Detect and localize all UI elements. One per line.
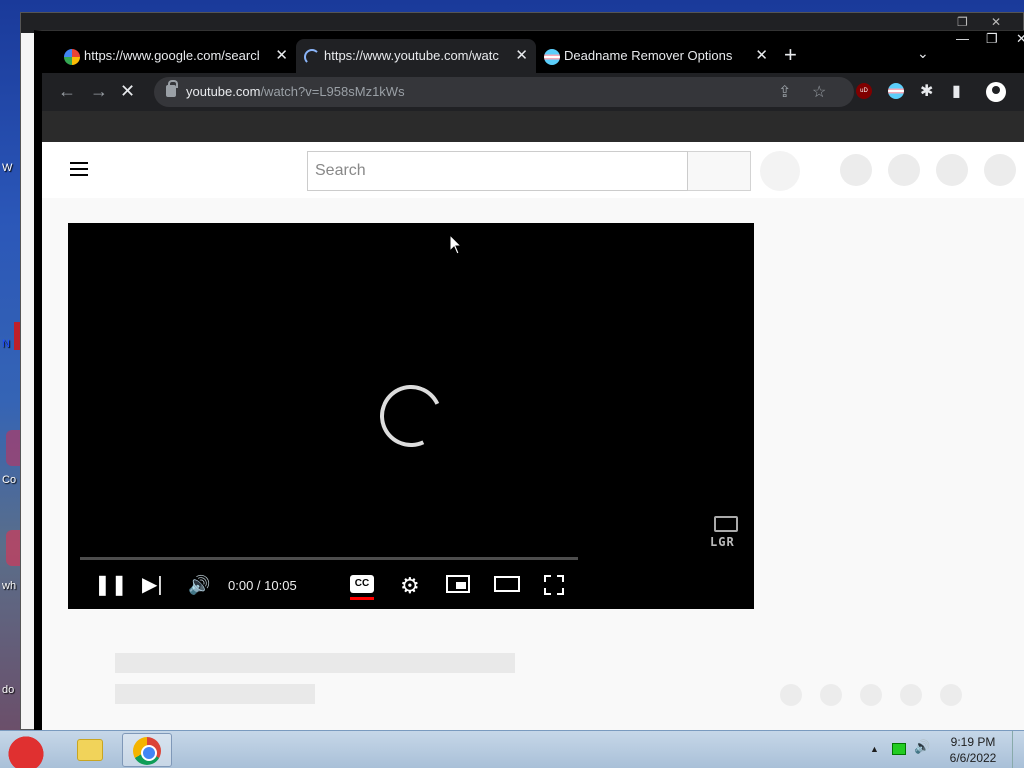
background-maximize-icon[interactable]: ❐ — [957, 15, 968, 29]
header-icon-placeholder[interactable] — [840, 154, 872, 186]
pause-icon[interactable]: ❚❚ — [94, 573, 128, 597]
close-window-icon[interactable]: ✕ — [1016, 31, 1024, 47]
youtube-page: Search LGR ❚❚ ▶| 🔊 0:00 / 10:05 CC ⚙ — [42, 142, 1024, 730]
desktop-label-fragment: Co — [2, 474, 17, 486]
show-desktop-button[interactable] — [1012, 731, 1024, 768]
new-tab-button[interactable]: + — [784, 43, 797, 67]
time-display: 0:00 / 10:05 — [228, 578, 297, 593]
search-input[interactable]: Search — [307, 151, 688, 191]
header-icon-placeholder[interactable] — [888, 154, 920, 186]
tab-search-chevron-icon[interactable]: ⌄ — [917, 45, 929, 62]
desktop-label-fragment: W — [2, 162, 13, 174]
browser-toolbar: ← → ✕ youtube.com/watch?v=L958sMz1kWs ⇪ … — [42, 73, 1024, 111]
tab-google-search[interactable]: https://www.google.com/search? ✕ — [56, 39, 296, 73]
miniplayer-icon[interactable] — [446, 575, 470, 593]
search-button[interactable] — [688, 151, 751, 191]
folder-icon — [77, 739, 103, 761]
channel-watermark[interactable]: LGR — [710, 535, 735, 549]
channel-placeholder — [115, 684, 315, 704]
subtitles-active-indicator — [350, 597, 374, 600]
taskbar-angry-birds[interactable] — [0, 733, 50, 768]
header-icon-placeholder[interactable] — [936, 154, 968, 186]
bookmark-star-icon[interactable]: ☆ — [812, 82, 826, 102]
tab-title: https://www.youtube.com/watch? — [324, 48, 499, 63]
video-player[interactable]: LGR ❚❚ ▶| 🔊 0:00 / 10:05 CC ⚙ — [68, 223, 754, 609]
menu-icon[interactable]: ⋮ — [1018, 81, 1024, 101]
next-icon[interactable]: ▶| — [142, 573, 163, 597]
progress-bar[interactable] — [80, 557, 578, 560]
taskbar-chrome[interactable] — [122, 733, 172, 767]
loading-spinner-icon — [371, 376, 451, 456]
tab-title: https://www.google.com/search? — [84, 48, 259, 63]
loading-icon — [304, 49, 320, 65]
back-arrow-icon[interactable]: ← — [58, 81, 76, 101]
mouse-cursor-icon — [449, 233, 463, 255]
trans-extension-icon[interactable] — [888, 83, 904, 99]
taskbar-file-explorer[interactable] — [64, 733, 114, 767]
action-button-placeholder[interactable] — [820, 684, 842, 706]
fullscreen-icon[interactable] — [544, 575, 564, 595]
trans-flag-icon — [544, 49, 560, 65]
lock-icon[interactable] — [166, 80, 178, 97]
action-button-placeholder[interactable] — [780, 684, 802, 706]
tab-youtube-watch[interactable]: https://www.youtube.com/watch? ✕ — [296, 39, 536, 73]
subtitles-cc-button[interactable]: CC — [350, 575, 374, 593]
minimize-icon[interactable]: — — [956, 31, 969, 46]
desktop-label-fragment: N — [2, 338, 10, 350]
hamburger-menu-icon[interactable] — [70, 162, 88, 176]
volume-icon[interactable]: 🔊 — [188, 573, 210, 597]
side-panel-icon[interactable]: ▮ — [952, 81, 961, 101]
taskbar: ▲ 🔊 9:19 PM 6/6/2022 — [0, 730, 1024, 768]
action-button-placeholder[interactable] — [940, 684, 962, 706]
tab-strip: https://www.google.com/search? ✕ https:/… — [42, 31, 1024, 73]
desktop-label-fragment: do — [2, 684, 15, 696]
extensions-puzzle-icon[interactable]: ✱ — [920, 81, 933, 101]
theater-mode-icon[interactable] — [494, 576, 520, 592]
google-icon — [64, 49, 80, 65]
ublock-icon[interactable]: uD — [856, 83, 872, 99]
computer-watermark-icon — [714, 516, 738, 532]
youtube-header: Search — [42, 142, 1024, 198]
clock-time: 9:19 PM — [950, 735, 996, 749]
maximize-icon[interactable]: ❐ — [986, 31, 998, 47]
profile-icon[interactable] — [986, 82, 1006, 102]
action-button-placeholder[interactable] — [900, 684, 922, 706]
share-icon[interactable]: ⇪ — [778, 82, 791, 102]
clock-date: 6/6/2022 — [949, 751, 997, 765]
address-bar[interactable]: youtube.com/watch?v=L958sMz1kWs ⇪ ☆ — [154, 77, 854, 107]
url-path: /watch?v=L958sMz1kWs — [260, 84, 405, 99]
browser-window: https://www.google.com/search? ✕ https:/… — [34, 30, 1024, 730]
url-text[interactable]: youtube.com/watch?v=L958sMz1kWs — [186, 84, 405, 99]
background-close-icon[interactable]: ✕ — [991, 15, 1001, 29]
tab-title: Deadname Remover Options — [564, 48, 733, 63]
system-clock[interactable]: 9:19 PM 6/6/2022 — [938, 734, 1008, 766]
page-banner-placeholder — [42, 111, 1024, 142]
volume-icon[interactable]: 🔊 — [914, 739, 930, 755]
network-icon[interactable] — [892, 743, 906, 755]
avatar-placeholder[interactable] — [984, 154, 1016, 186]
chrome-icon — [133, 737, 161, 765]
angry-birds-icon — [6, 733, 46, 768]
forward-arrow-icon[interactable]: → — [90, 81, 108, 101]
url-host: youtube.com — [186, 84, 261, 99]
settings-gear-icon[interactable]: ⚙ — [400, 573, 420, 599]
title-placeholder — [115, 653, 515, 673]
voice-search-placeholder[interactable] — [760, 151, 800, 191]
action-button-placeholder[interactable] — [860, 684, 882, 706]
close-tab-icon[interactable]: ✕ — [755, 39, 768, 73]
show-hidden-icons-icon[interactable]: ▲ — [870, 744, 879, 754]
stop-loading-icon[interactable]: ✕ — [120, 81, 135, 102]
tab-deadname-remover-options[interactable]: Deadname Remover Options ✕ — [536, 39, 776, 73]
close-tab-icon[interactable]: ✕ — [515, 39, 528, 73]
close-tab-icon[interactable]: ✕ — [275, 39, 288, 73]
desktop-label-fragment: wh — [2, 580, 17, 592]
